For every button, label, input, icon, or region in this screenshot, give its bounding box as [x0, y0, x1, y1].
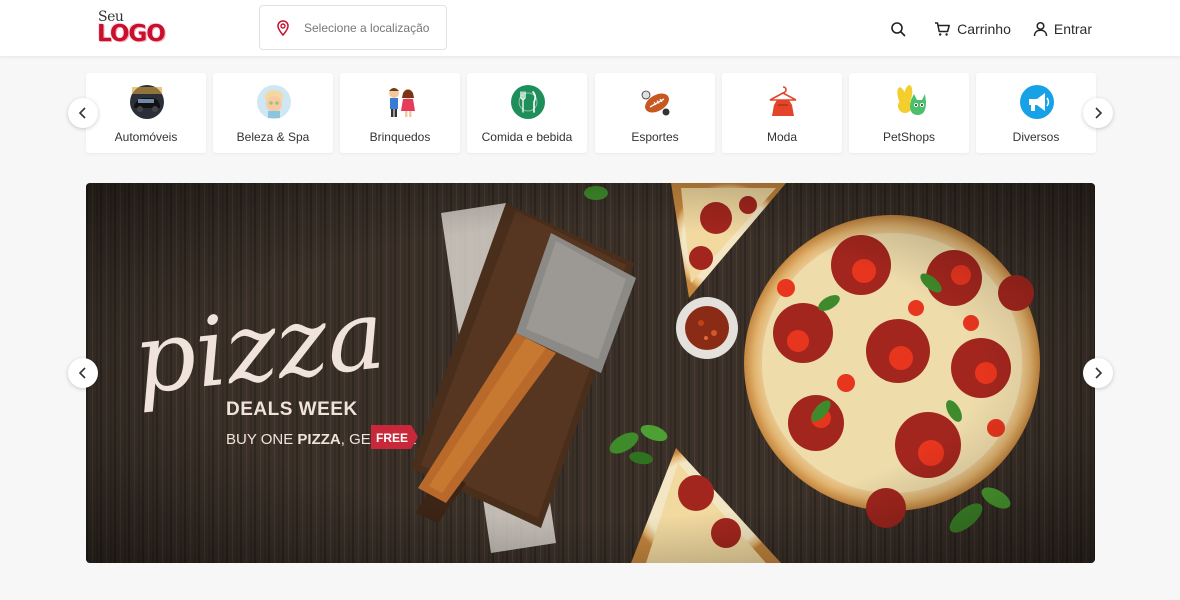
- category-automoveis[interactable]: Automóveis: [86, 73, 206, 153]
- category-petshops[interactable]: PetShops: [849, 73, 969, 153]
- site-header: Seu LOGO Selecione a localização Carrinh…: [0, 0, 1180, 57]
- banner-image: pizza DEALS WEEK BUY ONE PIZZA, GET ONE …: [86, 183, 1095, 563]
- category-label: Esportes: [631, 130, 679, 144]
- location-selector[interactable]: Selecione a localização: [259, 5, 447, 50]
- banner-next-button[interactable]: [1083, 358, 1113, 388]
- login-button[interactable]: Entrar: [1033, 21, 1092, 37]
- category-label: PetShops: [882, 130, 936, 144]
- category-comida-bebida[interactable]: Comida e bebida: [467, 73, 587, 153]
- category-diversos[interactable]: Diversos: [976, 73, 1096, 153]
- free-badge-label: FREE: [376, 431, 408, 445]
- search-button[interactable]: [890, 21, 912, 37]
- cart-icon: [935, 21, 951, 36]
- cart-label: Carrinho: [957, 20, 1011, 37]
- offer-part1: BUY ONE: [226, 431, 297, 448]
- category-label: Diversos: [1012, 130, 1060, 144]
- category-next-button[interactable]: [1083, 98, 1113, 128]
- header-nav: Carrinho Entrar: [868, 0, 1092, 57]
- megaphone-icon: [1019, 84, 1055, 120]
- chevron-right-icon: [1095, 107, 1103, 119]
- category-beleza-spa[interactable]: Beleza & Spa: [213, 73, 333, 153]
- user-icon: [1033, 21, 1048, 36]
- site-logo[interactable]: Seu LOGO: [96, 8, 168, 48]
- dress-hanger-icon: [765, 84, 801, 120]
- kids-icon: [383, 84, 419, 120]
- category-esportes[interactable]: Esportes: [595, 73, 715, 153]
- category-prev-button[interactable]: [68, 98, 98, 128]
- category-brinquedos[interactable]: Brinquedos: [340, 73, 460, 153]
- logo-big-text: LOGO: [97, 21, 166, 47]
- pets-icon: [892, 84, 928, 120]
- car-icon: [129, 84, 165, 120]
- chevron-left-icon: [78, 367, 86, 379]
- football-icon: [638, 84, 674, 120]
- cart-button[interactable]: Carrinho: [934, 21, 1011, 37]
- category-label: Comida e bebida: [481, 130, 573, 144]
- category-label: Automóveis: [114, 130, 178, 144]
- hero-banner[interactable]: pizza DEALS WEEK BUY ONE PIZZA, GET ONE …: [86, 183, 1095, 563]
- fork-knife-icon: [510, 84, 546, 120]
- banner-subtitle: DEALS WEEK: [226, 399, 358, 420]
- category-label: Brinquedos: [369, 130, 431, 144]
- chevron-right-icon: [1095, 367, 1103, 379]
- chevron-left-icon: [78, 107, 86, 119]
- category-moda[interactable]: Moda: [722, 73, 842, 153]
- category-carousel: Automóveis Beleza & Spa Brinquedos Comid…: [0, 73, 1180, 153]
- banner-prev-button[interactable]: [68, 358, 98, 388]
- map-pin-icon: [277, 19, 291, 37]
- location-placeholder: Selecione a localização: [304, 20, 430, 35]
- offer-pizza: PIZZA: [297, 431, 340, 448]
- login-label: Entrar: [1053, 20, 1092, 37]
- category-label: Moda: [766, 130, 798, 144]
- category-label: Beleza & Spa: [236, 130, 310, 144]
- spa-face-icon: [256, 84, 292, 120]
- search-icon: [891, 21, 906, 36]
